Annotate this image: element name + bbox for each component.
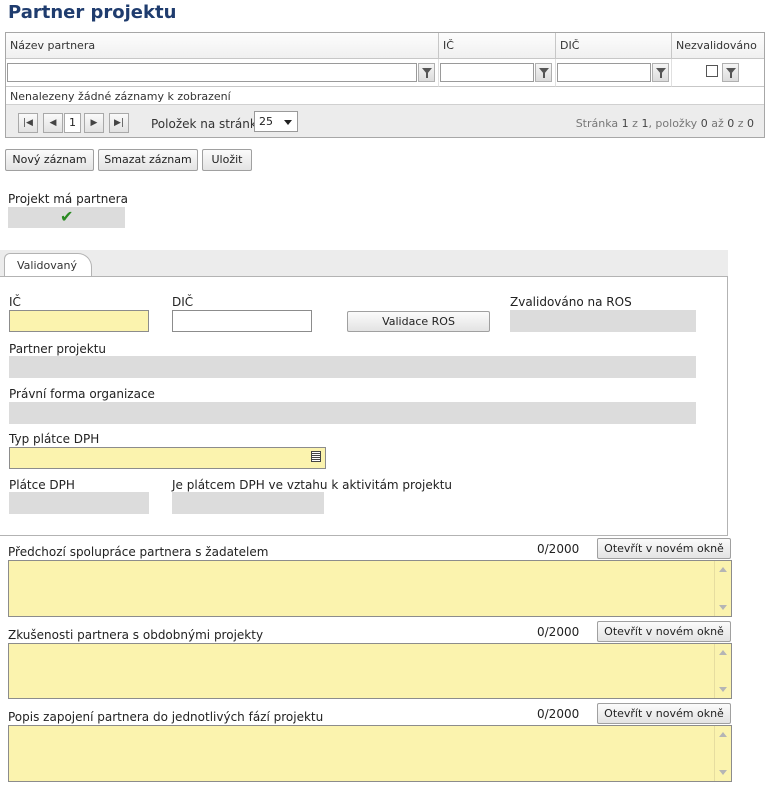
page-size-select[interactable]: 25 [254, 111, 298, 132]
dic-label: DIČ [172, 295, 194, 309]
list-icon[interactable] [311, 451, 321, 462]
vat-activity-label: Je plátcem DPH ve vztahu k aktivitám pro… [172, 478, 453, 492]
char-counter: 0/2000 [537, 707, 580, 721]
first-page-icon[interactable]: |◀ [18, 113, 38, 133]
validated-ros-label: Zvalidováno na ROS [510, 295, 632, 309]
vat-payer-field [9, 492, 149, 514]
validate-ros-button[interactable]: Validace ROS [347, 311, 490, 332]
filter-icon[interactable] [652, 63, 669, 82]
checkmark-icon: ✔ [60, 207, 74, 226]
column-header-dic[interactable]: DIČ [556, 33, 672, 59]
page-size-label: Položek na stránku [151, 117, 265, 131]
vat-type-label: Typ plátce DPH [9, 432, 100, 446]
textarea-scrollbar[interactable] [714, 644, 731, 698]
open-new-window-button[interactable]: Otevřít v novém okně [597, 621, 731, 642]
vat-type-select[interactable] [9, 447, 326, 469]
tab-validated[interactable]: Validovaný [4, 253, 92, 277]
filter-unvalidated-checkbox[interactable] [706, 65, 718, 77]
last-page-icon[interactable]: ▶| [109, 113, 129, 133]
pager-info: Stránka 1 z 1, položky 0 až 0 z 0 [575, 117, 754, 130]
experience-textarea[interactable] [8, 643, 732, 699]
filter-cell-dic [556, 59, 672, 87]
textarea-label: Zkušenosti partnera s obdobnými projekty [8, 628, 264, 642]
next-page-icon[interactable]: ▶ [84, 113, 104, 133]
page-size-value: 25 [259, 115, 273, 128]
filter-ic-input[interactable] [440, 63, 534, 82]
dic-input[interactable] [172, 310, 312, 332]
legal-form-label: Právní forma organizace [9, 387, 155, 401]
has-partner-label: Projekt má partnera [8, 192, 128, 206]
column-header-unvalidated[interactable]: Nezvalidováno [672, 33, 764, 59]
column-header-ic[interactable]: IČ [439, 33, 556, 59]
has-partner-field: ✔ [8, 207, 125, 228]
filter-cell-ic [439, 59, 556, 87]
textarea-label: Popis zapojení partnera do jednotlivých … [8, 710, 324, 724]
grid-pager: |◀ ◀ 1 ▶ ▶| Položek na stránku 25 Stránk… [6, 104, 764, 137]
column-header-name[interactable]: Název partnera [6, 33, 439, 59]
chevron-down-icon [284, 120, 292, 125]
filter-icon[interactable] [418, 63, 435, 82]
involvement-textarea[interactable] [8, 725, 732, 782]
partner-label: Partner projektu [9, 342, 107, 356]
textarea-scrollbar[interactable] [714, 726, 731, 781]
delete-record-button[interactable]: Smazat záznam [98, 149, 198, 171]
ic-input[interactable] [9, 310, 149, 332]
vat-activity-field [172, 492, 324, 514]
ic-label: IČ [9, 295, 21, 309]
vat-payer-label: Plátce DPH [9, 478, 75, 492]
cooperation-textarea[interactable] [8, 560, 732, 617]
new-record-button[interactable]: Nový záznam [5, 149, 94, 171]
prev-page-icon[interactable]: ◀ [43, 113, 63, 133]
empty-message: Nenalezeny žádné záznamy k zobrazení [10, 90, 231, 103]
validated-ros-field [510, 310, 696, 332]
filter-cell-name [6, 59, 439, 87]
filter-cell-unvalidated [672, 59, 764, 87]
partners-grid: Název partnera IČ DIČ Nezvalidováno Nena… [5, 32, 765, 138]
filter-dic-input[interactable] [557, 63, 651, 82]
tab-bar [0, 250, 728, 276]
save-button[interactable]: Uložit [202, 149, 252, 171]
open-new-window-button[interactable]: Otevřít v novém okně [597, 703, 731, 724]
partner-field [9, 356, 696, 378]
open-new-window-button[interactable]: Otevřít v novém okně [597, 538, 731, 559]
filter-icon[interactable] [722, 63, 739, 82]
current-page-input[interactable]: 1 [64, 113, 81, 133]
textarea-scrollbar[interactable] [714, 561, 731, 616]
char-counter: 0/2000 [537, 542, 580, 556]
textarea-label: Předchozí spolupráce partnera s žadatele… [8, 545, 269, 559]
char-counter: 0/2000 [537, 625, 580, 639]
filter-name-input[interactable] [7, 63, 417, 82]
page-title: Partner projektu [8, 2, 177, 23]
legal-form-field [9, 402, 696, 424]
filter-icon[interactable] [535, 63, 552, 82]
